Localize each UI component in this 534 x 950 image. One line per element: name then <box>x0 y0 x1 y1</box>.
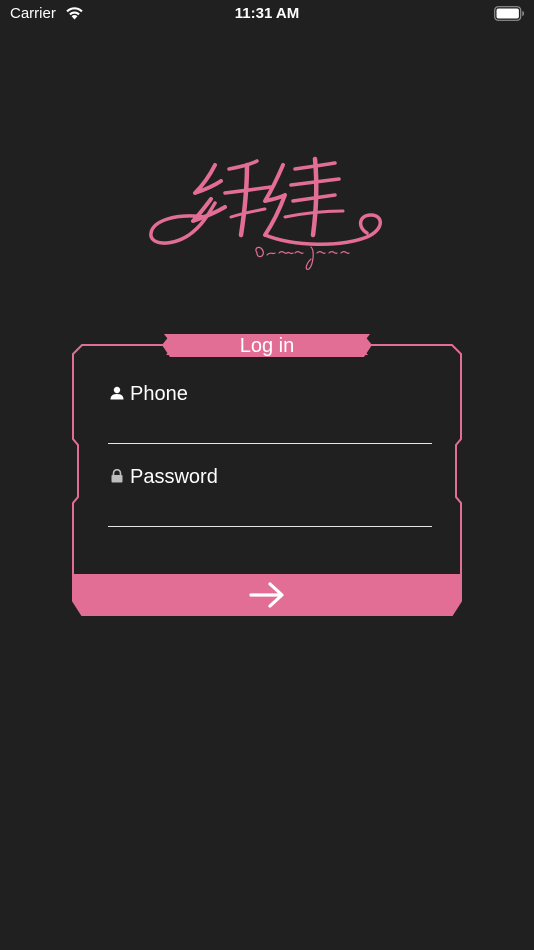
lock-icon <box>111 469 123 483</box>
status-time: 11:31 AM <box>234 5 300 22</box>
phone-label: Phone <box>130 383 188 405</box>
phone-field: Phone <box>108 383 432 445</box>
login-title: Log in <box>239 335 295 357</box>
battery-icon <box>494 6 524 21</box>
phone-input[interactable] <box>108 413 432 444</box>
password-label: Password <box>130 466 218 488</box>
status-bar: Carrier 11:31 AM <box>0 0 534 28</box>
password-field: Password <box>108 466 432 528</box>
login-submit-button[interactable] <box>73 574 461 615</box>
app-logo <box>149 156 382 270</box>
password-input[interactable] <box>108 496 432 527</box>
user-icon <box>110 386 124 400</box>
arrow-right-icon <box>249 582 284 608</box>
